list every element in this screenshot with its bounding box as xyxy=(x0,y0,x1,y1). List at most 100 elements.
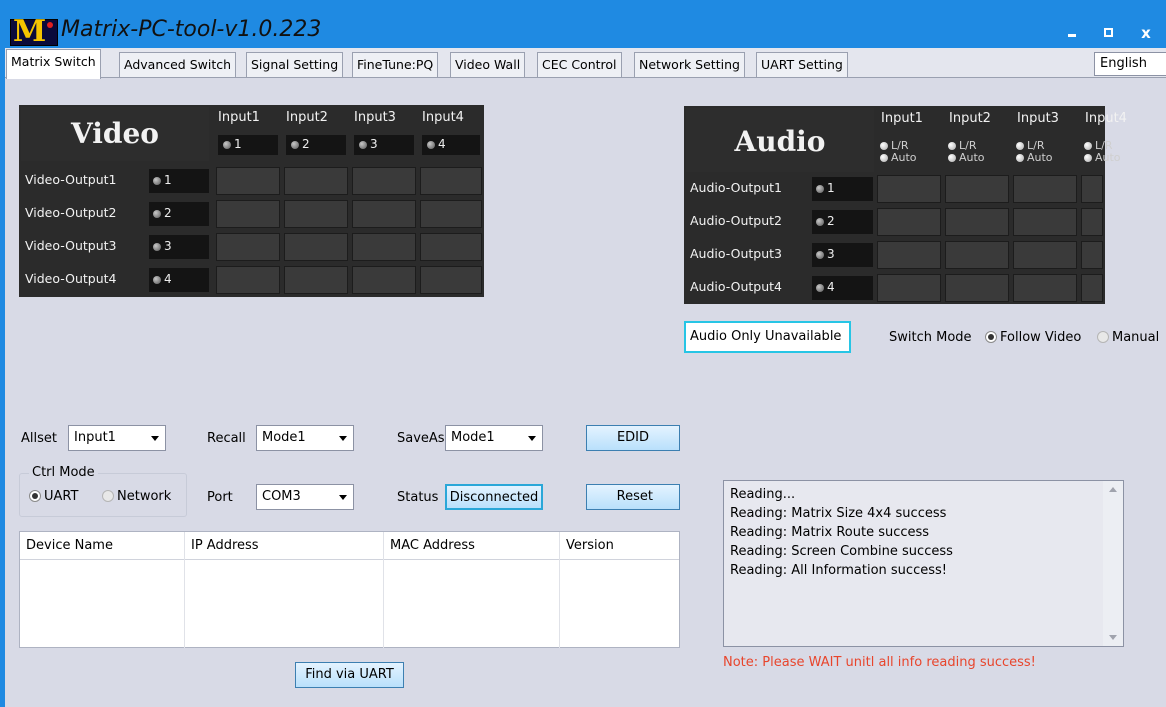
video-route-cell[interactable] xyxy=(420,233,482,261)
tab-uart-setting[interactable]: UART Setting xyxy=(756,52,848,77)
audio-route-cell[interactable] xyxy=(1081,208,1103,236)
find-via-uart-button[interactable]: Find via UART xyxy=(295,662,404,688)
reset-button[interactable]: Reset xyxy=(586,484,680,510)
video-input-button-3[interactable]: 3 xyxy=(354,135,414,155)
port-select[interactable]: COM3 xyxy=(256,484,354,510)
video-output-button-3[interactable]: 3 xyxy=(149,235,209,259)
ctrl-mode-network[interactable]: Network xyxy=(102,488,171,506)
video-route-cell[interactable] xyxy=(284,233,348,261)
chevron-down-icon xyxy=(339,436,347,441)
audio-route-cell[interactable] xyxy=(1013,175,1077,203)
tab-matrix-switch[interactable]: Matrix Switch xyxy=(6,49,101,79)
audio-output-label-1: Audio-Output1 xyxy=(686,175,810,203)
video-route-cell[interactable] xyxy=(352,167,416,195)
maximize-button[interactable] xyxy=(1093,21,1123,45)
audio-route-cell[interactable] xyxy=(945,274,1009,302)
video-input-button-2[interactable]: 2 xyxy=(286,135,346,155)
video-output-button-1[interactable]: 1 xyxy=(149,169,209,193)
video-route-cell[interactable] xyxy=(284,167,348,195)
audio-output-button-2[interactable]: 2 xyxy=(812,210,873,234)
video-output-button-4[interactable]: 4 xyxy=(149,268,209,292)
edid-button[interactable]: EDID xyxy=(586,425,680,451)
tab-video-wall[interactable]: Video Wall xyxy=(450,52,526,77)
audio-input-4-auto-option[interactable]: Auto xyxy=(1084,152,1121,163)
video-route-cell[interactable] xyxy=(216,233,280,261)
audio-route-cell[interactable] xyxy=(1081,241,1103,269)
video-route-cell[interactable] xyxy=(216,266,280,294)
audio-input-1-lr-option[interactable]: L/R xyxy=(880,140,908,151)
tab-advanced-switch[interactable]: Advanced Switch xyxy=(119,52,237,77)
audio-input-1-auto-option[interactable]: Auto xyxy=(880,152,917,163)
video-input-header-2: Input2 xyxy=(282,107,348,132)
audio-route-cell[interactable] xyxy=(945,208,1009,236)
language-select[interactable]: English xyxy=(1094,52,1166,76)
video-route-cell[interactable] xyxy=(352,200,416,228)
saveas-select[interactable]: Mode1 xyxy=(445,425,543,451)
audio-route-cell[interactable] xyxy=(1081,175,1103,203)
video-input-button-4[interactable]: 4 xyxy=(422,135,480,155)
column-device-name[interactable]: Device Name xyxy=(20,532,185,560)
audio-input-4-lr-option[interactable]: L/R xyxy=(1084,140,1112,151)
window-title: Matrix-PC-tool-v1.0.223 xyxy=(61,17,322,42)
audio-route-cell[interactable] xyxy=(1013,241,1077,269)
recall-select[interactable]: Mode1 xyxy=(256,425,354,451)
audio-route-cell[interactable] xyxy=(945,241,1009,269)
ctrl-mode-uart[interactable]: UART xyxy=(29,488,78,506)
video-route-cell[interactable] xyxy=(420,266,482,294)
video-route-cell[interactable] xyxy=(420,200,482,228)
audio-output-button-1[interactable]: 1 xyxy=(812,177,873,201)
led-icon xyxy=(816,217,824,226)
saveas-label: SaveAs xyxy=(397,431,445,446)
switch-mode-label: Switch Mode xyxy=(889,330,972,345)
tab-signal-setting[interactable]: Signal Setting xyxy=(246,52,344,77)
audio-route-cell[interactable] xyxy=(877,175,941,203)
video-input-button-1[interactable]: 1 xyxy=(218,135,278,155)
led-icon xyxy=(816,283,824,292)
led-icon xyxy=(1084,142,1092,150)
audio-route-cell[interactable] xyxy=(1013,274,1077,302)
video-route-cell[interactable] xyxy=(352,233,416,261)
log-line: Reading: Matrix Route success xyxy=(730,525,930,540)
close-button[interactable]: x xyxy=(1131,21,1161,45)
video-route-cell[interactable] xyxy=(352,266,416,294)
audio-input-3-auto-option[interactable]: Auto xyxy=(1016,152,1053,163)
minimize-button[interactable] xyxy=(1057,21,1087,45)
log-scrollbar[interactable] xyxy=(1103,481,1123,646)
video-route-cell[interactable] xyxy=(284,200,348,228)
video-output-label-4: Video-Output4 xyxy=(21,266,147,294)
video-route-cell[interactable] xyxy=(216,167,280,195)
audio-route-cell[interactable] xyxy=(877,241,941,269)
audio-input-3-lr-option[interactable]: L/R xyxy=(1016,140,1044,151)
audio-input-header-4-label: Input4 xyxy=(1085,111,1127,126)
audio-route-cell[interactable] xyxy=(877,274,941,302)
tab-cec-control[interactable]: CEC Control xyxy=(537,52,622,77)
audio-input-2-auto-option[interactable]: Auto xyxy=(948,152,985,163)
video-route-cell[interactable] xyxy=(216,200,280,228)
video-route-cell[interactable] xyxy=(284,266,348,294)
device-table[interactable]: Device Name IP Address MAC Address Versi… xyxy=(19,531,680,648)
video-output-button-2[interactable]: 2 xyxy=(149,202,209,226)
switch-mode-manual[interactable]: Manual xyxy=(1097,329,1159,347)
audio-output-button-4[interactable]: 4 xyxy=(812,276,873,300)
column-version[interactable]: Version xyxy=(560,532,679,560)
chevron-down-icon xyxy=(151,436,159,441)
tab-network-setting[interactable]: Network Setting xyxy=(634,52,745,77)
led-icon xyxy=(427,140,435,149)
audio-input-2-lr-option[interactable]: L/R xyxy=(948,140,976,151)
audio-output-button-3[interactable]: 3 xyxy=(812,243,873,267)
scroll-up-icon[interactable] xyxy=(1109,487,1117,492)
tab-finetune-pq[interactable]: FineTune:PQ xyxy=(352,52,439,77)
switch-mode-follow-video[interactable]: Follow Video xyxy=(985,329,1081,347)
audio-route-cell[interactable] xyxy=(877,208,941,236)
audio-route-cell[interactable] xyxy=(1013,208,1077,236)
audio-route-cell[interactable] xyxy=(945,175,1009,203)
scroll-down-icon[interactable] xyxy=(1109,635,1117,640)
log-output[interactable]: Reading... Reading: Matrix Size 4x4 succ… xyxy=(723,480,1124,647)
led-icon xyxy=(948,142,956,150)
minimize-icon xyxy=(1068,34,1076,37)
audio-route-cell[interactable] xyxy=(1081,274,1103,302)
video-route-cell[interactable] xyxy=(420,167,482,195)
column-mac-address[interactable]: MAC Address xyxy=(384,532,560,560)
column-ip-address[interactable]: IP Address xyxy=(185,532,384,560)
allset-select[interactable]: Input1 xyxy=(68,425,166,451)
